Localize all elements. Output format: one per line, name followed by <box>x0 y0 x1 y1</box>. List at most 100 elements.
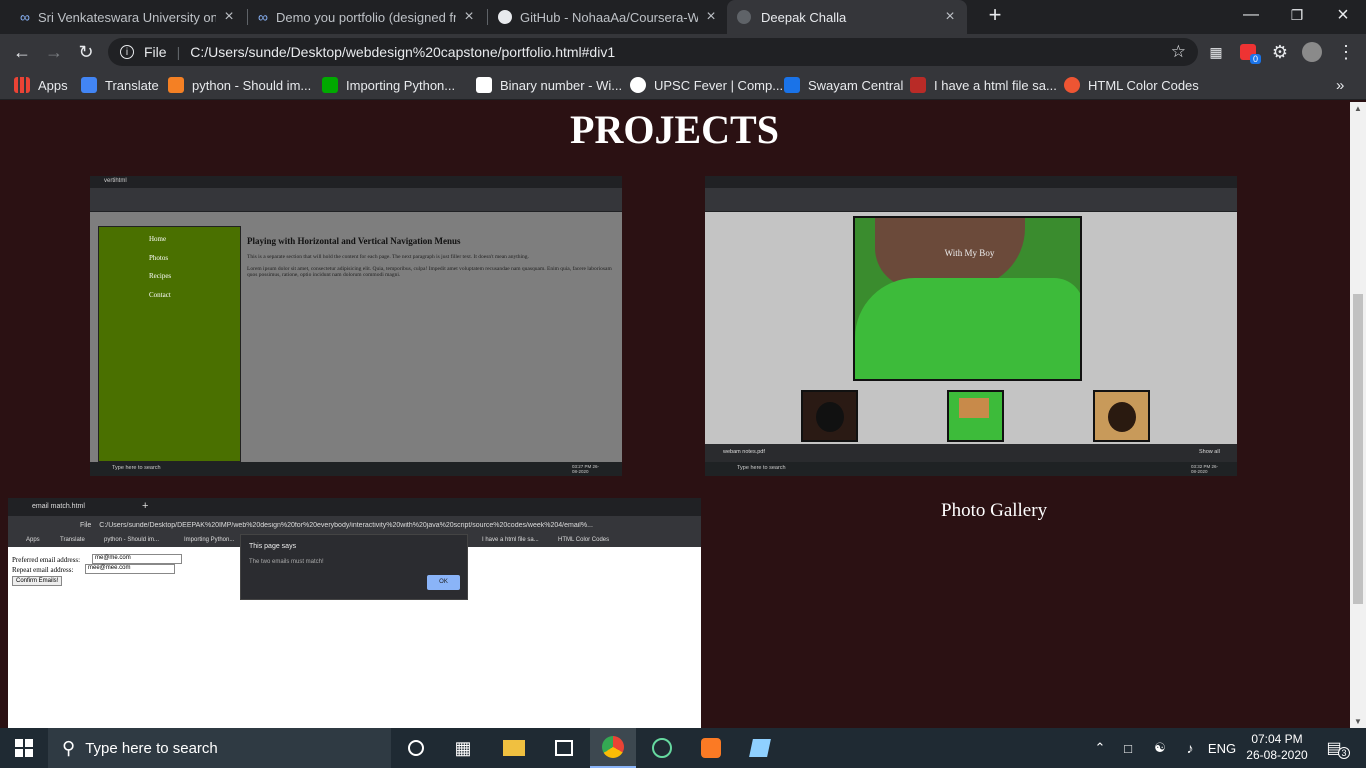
tab-1[interactable]: ∞ Sri Venkateswara University on C × <box>10 0 246 34</box>
mini-tab-bar <box>705 176 1237 188</box>
link-icon: ∞ <box>20 9 30 25</box>
menu-contact: Contact <box>149 291 171 299</box>
bookmarks-bar: Apps Translate python - Should im... Imp… <box>0 70 1366 100</box>
notepad-icon[interactable] <box>740 733 780 763</box>
wikipedia-icon <box>476 77 492 93</box>
more-bookmarks-icon[interactable]: » <box>1336 75 1344 95</box>
tab-3[interactable]: GitHub - NohaaAa/Coursera-Wel × <box>488 0 728 34</box>
xampp-icon[interactable] <box>691 733 731 763</box>
clock-date: 26-08-2020 <box>1246 748 1308 762</box>
info-icon[interactable]: i <box>120 45 134 59</box>
chrome-icon[interactable] <box>590 728 636 768</box>
bookmark-translate[interactable]: Translate <box>81 75 159 95</box>
thumbnail-2[interactable] <box>947 390 1004 442</box>
mini-paragraph-2: Lorem ipsum dolor sit amet, consectetur … <box>247 266 612 278</box>
tab-2[interactable]: ∞ Demo you portfolio (designed fro × <box>248 0 486 34</box>
bookmark-star-icon[interactable]: ☆ <box>1171 42 1186 62</box>
back-button[interactable]: ← <box>6 34 38 70</box>
search-icon: ⚲ <box>62 737 76 758</box>
scroll-up-icon[interactable]: ▲ <box>1354 104 1362 113</box>
alert-ok-button[interactable]: OK <box>427 575 460 590</box>
language-indicator[interactable]: ENG <box>1202 733 1242 763</box>
address-bar[interactable]: i File | C:/Users/sunde/Desktop/webdesig… <box>108 38 1198 66</box>
avatar[interactable] <box>1296 34 1328 70</box>
mini-taskbar: Type here to search 03:27 PM 26-08-2020 <box>90 462 622 476</box>
minimize-button[interactable]: — <box>1228 0 1274 30</box>
mini-toolbar <box>705 188 1237 202</box>
windows-start-icon[interactable] <box>4 733 44 763</box>
globe-icon <box>737 10 751 24</box>
email-label-2: Repeat email address: <box>12 566 74 574</box>
page-heading: PROJECTS <box>570 107 779 152</box>
close-window-button[interactable]: × <box>1320 0 1366 30</box>
mini-tab-bar: email match.html + <box>8 498 701 516</box>
mini-taskbar: Type here to search 03:32 PM 26-08-2020 <box>705 462 1237 476</box>
scroll-down-icon[interactable]: ▼ <box>1354 717 1362 726</box>
email-label-1: Preferred email address: <box>12 556 81 564</box>
apps-grid-icon <box>14 77 30 93</box>
color-icon <box>1064 77 1080 93</box>
new-tab-button[interactable]: + <box>972 0 1018 30</box>
cortana-icon[interactable] <box>396 733 436 763</box>
close-tab-icon[interactable]: × <box>943 8 957 26</box>
bookmark-upsc[interactable]: UPSC Fever | Comp... <box>630 75 783 95</box>
close-tab-icon[interactable]: × <box>462 8 476 26</box>
clock-time: 07:04 PM <box>1251 732 1303 746</box>
close-tab-icon[interactable]: × <box>222 8 236 26</box>
email-field-1[interactable]: me@me.com <box>92 554 182 564</box>
puzzle-icon[interactable]: ⚙ <box>1264 34 1296 70</box>
tab-4-active[interactable]: Deepak Challa × <box>727 0 967 34</box>
bookmark-swayam[interactable]: Swayam Central <box>784 75 903 95</box>
task-view-icon[interactable]: ▦ <box>443 733 483 763</box>
store-icon[interactable] <box>544 733 584 763</box>
menu-recipes: Recipes <box>149 272 172 280</box>
tab-title: Deepak Challa <box>761 9 847 25</box>
extension-badge: 0 <box>1250 54 1262 64</box>
file-explorer-icon[interactable] <box>494 733 534 763</box>
alert-dialog: This page says The two emails must match… <box>240 534 468 600</box>
bookmark-python[interactable]: python - Should im... <box>168 75 311 95</box>
reload-button[interactable]: ↻ <box>70 34 102 70</box>
globe-icon <box>630 77 646 93</box>
bookmark-apps[interactable]: Apps <box>14 75 68 95</box>
windows-taskbar: ⚲ Type here to search ▦ ⌃ □ ☯ ♪ ENG 07:0… <box>0 728 1366 768</box>
maximize-button[interactable]: ❐ <box>1274 0 1320 30</box>
forward-button[interactable]: → <box>38 34 70 70</box>
menu-icon[interactable]: ⋮ <box>1330 34 1362 70</box>
page-scrollbar[interactable]: ▲ ▼ <box>1350 102 1366 728</box>
menu-photos: Photos <box>149 254 169 262</box>
adblock-icon[interactable]: 0 <box>1232 34 1264 70</box>
url-text[interactable]: C:/Users/sunde/Desktop/webdesign%20capst… <box>190 44 615 60</box>
email-field-2[interactable]: mee@mee.com <box>85 564 175 574</box>
green-square-icon <box>322 77 338 93</box>
thumbnail-1[interactable] <box>801 390 858 442</box>
swayam-icon <box>784 77 800 93</box>
bookmark-html-color[interactable]: HTML Color Codes <box>1064 75 1199 95</box>
notification-count: 3 <box>1338 747 1350 759</box>
bookmark-binary-number[interactable]: Binary number - Wi... <box>476 75 622 95</box>
mini-tab-bar: vertihtml <box>90 176 622 188</box>
thumbnail-3[interactable] <box>1093 390 1150 442</box>
project-image-photo-gallery[interactable]: With My Boy webam notes.pdf Show all Typ… <box>705 176 1237 476</box>
photo-gallery-caption: Photo Gallery <box>941 500 1048 521</box>
bookmark-importing-python[interactable]: Importing Python... <box>322 75 455 95</box>
main-photo: With My Boy <box>853 216 1082 381</box>
taskbar-search-box[interactable]: ⚲ Type here to search <box>48 728 391 768</box>
clock[interactable]: 07:04 PM 26-08-2020 <box>1244 731 1310 763</box>
bookmark-html-file[interactable]: I have a html file sa... <box>910 75 1057 95</box>
atom-icon[interactable] <box>642 733 682 763</box>
scheme-label: File <box>144 44 167 60</box>
tab-title: GitHub - NohaaAa/Coursera-Wel <box>520 9 698 25</box>
scrollbar-thumb[interactable] <box>1353 294 1363 604</box>
confirm-emails-button[interactable]: Confirm Emails! <box>12 576 63 586</box>
extension-icon[interactable]: ▦ <box>1200 34 1232 70</box>
mini-paragraph-1: This is a separate section that will hol… <box>247 254 529 260</box>
mini-toolbar: File C:/Users/sunde/Desktop/DEEPAK%20IMP… <box>8 516 701 534</box>
notification-icon[interactable]: ▤ 3 <box>1314 733 1354 763</box>
tab-title: Demo you portfolio (designed fro <box>275 9 456 25</box>
close-tab-icon[interactable]: × <box>704 8 718 26</box>
project-image-navigation[interactable]: vertihtml Home Photos Recipes Contact Pl… <box>90 176 622 476</box>
browser-toolbar: ← → ↻ i File | C:/Users/sunde/Desktop/we… <box>0 34 1366 70</box>
page-content: PROJECTS vertihtml Home Photos Recipes C… <box>8 102 1341 728</box>
project-image-email-match[interactable]: email match.html + File C:/Users/sunde/D… <box>8 498 701 728</box>
